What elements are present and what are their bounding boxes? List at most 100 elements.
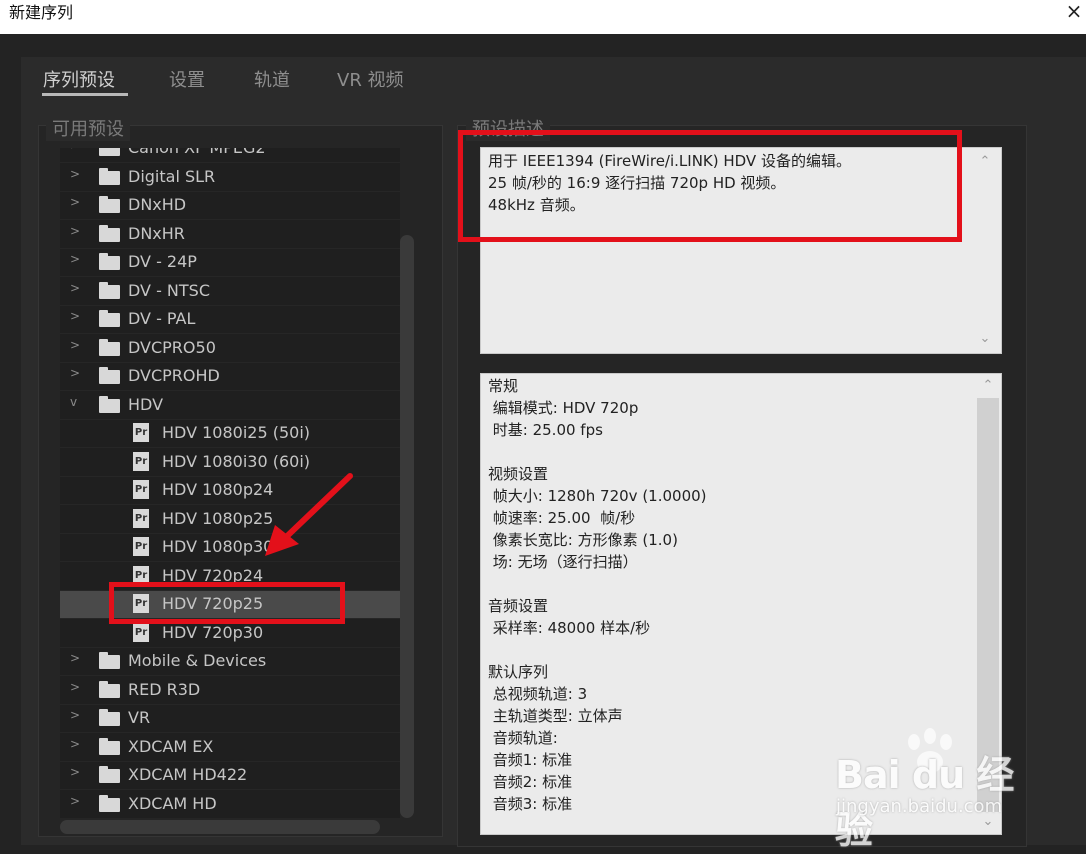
description-line: 25 帧/秒的 16:9 逐行扫描 720p HD 视频。 [488,174,786,192]
chevron-right-icon[interactable]: > [70,737,80,751]
tab-sequence-presets[interactable]: 序列预设 [43,66,115,92]
preset-folder-row[interactable]: > DNxHD [60,192,400,220]
chevron-right-icon[interactable]: > [70,252,80,266]
details-scroll-up-icon[interactable]: ⌃ [980,378,996,393]
preset-folder-label: DNxHD [128,195,187,214]
preset-item-row[interactable]: Pr HDV 1080i25 (50i) [60,420,400,448]
details-line: 音频3: 标准 [488,795,573,813]
preset-folder-row[interactable]: > DNxHR [60,221,400,249]
preset-folder-row[interactable]: > DVCPRO50 [60,335,400,363]
details-line: 时基: 25.00 fps [488,421,603,439]
chevron-right-icon[interactable]: > [70,794,80,808]
preset-folder-label: XDCAM HD422 [128,765,248,784]
details-line: 音频1: 标准 [488,751,573,769]
preset-folder-row[interactable]: > XDCAM HD422 [60,762,400,790]
preset-item-label: HDV 1080i30 (60i) [162,451,310,471]
preset-folder-label: DVCPRO50 [128,337,216,357]
premiere-file-icon: Pr [133,622,149,642]
preset-description-text: 用于 IEEE1394 (FireWire/i.LINK) HDV 设备的编辑。… [488,150,851,216]
preset-item-row[interactable]: Pr HDV 720p30 [60,620,400,648]
active-tab-indicator [42,93,128,96]
preset-folder-row[interactable]: > DV - NTSC [60,278,400,306]
preset-folder-row[interactable]: > DV - PAL [60,306,400,334]
details-line: 音频轨道: [488,729,558,747]
folder-icon [99,281,120,299]
folder-icon [99,310,120,327]
scroll-up-icon[interactable]: ⌃ [977,154,993,169]
chevron-right-icon[interactable]: > [70,281,80,295]
tab-tracks[interactable]: 轨道 [254,66,290,92]
preset-item-label: HDV 720p25 [162,594,264,613]
chevron-right-icon[interactable]: > [70,309,80,323]
chevron-right-icon[interactable]: > [70,195,80,209]
details-line: 帧大小: 1280h 720v (1.0000) [488,487,707,505]
preset-folder-row[interactable]: > XDCAM EX [60,734,400,762]
scroll-down-icon[interactable]: ⌄ [977,331,993,346]
premiere-file-icon: Pr [133,451,149,471]
preset-folder-row[interactable]: > Canon XF MPEG2 [60,148,400,163]
details-line: 音频2: 标准 [488,773,573,791]
folder-icon [99,253,120,270]
details-line: 场: 无场（逐行扫描） [488,553,638,571]
preset-description-box[interactable]: 用于 IEEE1394 (FireWire/i.LINK) HDV 设备的编辑。… [480,147,1002,354]
preset-folder-row[interactable]: v HDV [60,392,400,420]
chevron-right-icon[interactable]: > [70,366,80,380]
preset-folder-row[interactable]: > DV - 24P [60,249,400,277]
chevron-right-icon[interactable]: > [70,765,80,779]
folder-icon [99,794,120,812]
chevron-right-icon[interactable]: > [70,338,80,352]
preset-folder-label: DNxHR [128,223,185,243]
folder-icon [99,338,120,356]
title-bar: 新建序列 × [0,0,1086,34]
folder-icon [99,367,120,384]
folder-icon [99,224,120,242]
preset-folder-label: Digital SLR [128,166,216,186]
chevron-right-icon[interactable]: > [70,167,80,181]
chevron-down-icon[interactable]: v [70,395,77,409]
description-group-label: 预设描述 [466,115,550,141]
preset-folder-row[interactable]: > Digital SLR [60,164,400,192]
preset-folder-label: DV - NTSC [128,280,210,300]
premiere-file-icon: Pr [133,594,149,613]
close-icon[interactable]: × [1062,0,1086,26]
preset-folder-label: XDCAM HD [128,793,217,813]
preset-item-label: HDV 720p24 [162,565,264,585]
window-title: 新建序列 [9,3,74,22]
preset-folder-row[interactable]: > RED R3D [60,677,400,705]
preset-item-label: HDV 1080i25 (50i) [162,423,310,442]
watermark-url: jingyan.baidu.com [836,796,1003,817]
baidu-watermark: Bai du 经验 jingyan.baidu.com [835,728,1035,852]
chevron-right-icon[interactable]: > [70,148,80,152]
preset-item-row[interactable]: Pr HDV 720p25 [60,591,400,619]
preset-folder-label: DVCPROHD [128,366,220,385]
preset-tree-vertical-scrollbar[interactable] [400,235,414,818]
chevron-right-icon[interactable]: > [70,680,80,694]
folder-icon [99,680,120,698]
folder-icon [99,148,120,156]
preset-item-row[interactable]: Pr HDV 720p24 [60,563,400,591]
folder-icon [99,766,120,783]
folder-icon [99,196,120,213]
chevron-right-icon[interactable]: > [70,224,80,238]
premiere-file-icon: Pr [133,480,149,499]
preset-folder-label: Canon XF MPEG2 [128,148,266,157]
preset-folder-row[interactable]: > XDCAM HD [60,791,400,818]
details-line: 音频设置 [488,597,549,615]
preset-folder-label: HDV [128,394,164,414]
chevron-right-icon[interactable]: > [70,651,80,665]
preset-folder-row[interactable]: > Mobile & Devices [60,648,400,676]
details-line: 编辑模式: HDV 720p [488,399,639,417]
tab-vr-video[interactable]: VR 视频 [337,66,404,92]
description-line: 用于 IEEE1394 (FireWire/i.LINK) HDV 设备的编辑。 [488,152,851,170]
folder-icon [99,737,120,755]
preset-item-label: HDV 720p30 [162,622,264,642]
folder-icon [99,167,120,185]
preset-folder-row[interactable]: > VR [60,705,400,733]
preset-tree-horizontal-scrollbar[interactable] [60,820,380,834]
preset-folder-row[interactable]: > DVCPROHD [60,363,400,391]
details-line: 帧速率: 25.00 帧/秒 [488,509,636,527]
tab-settings[interactable]: 设置 [169,66,205,92]
red-arrow-annotation [265,473,353,556]
details-line: 主轨道类型: 立体声 [488,707,623,725]
chevron-right-icon[interactable]: > [70,708,80,722]
